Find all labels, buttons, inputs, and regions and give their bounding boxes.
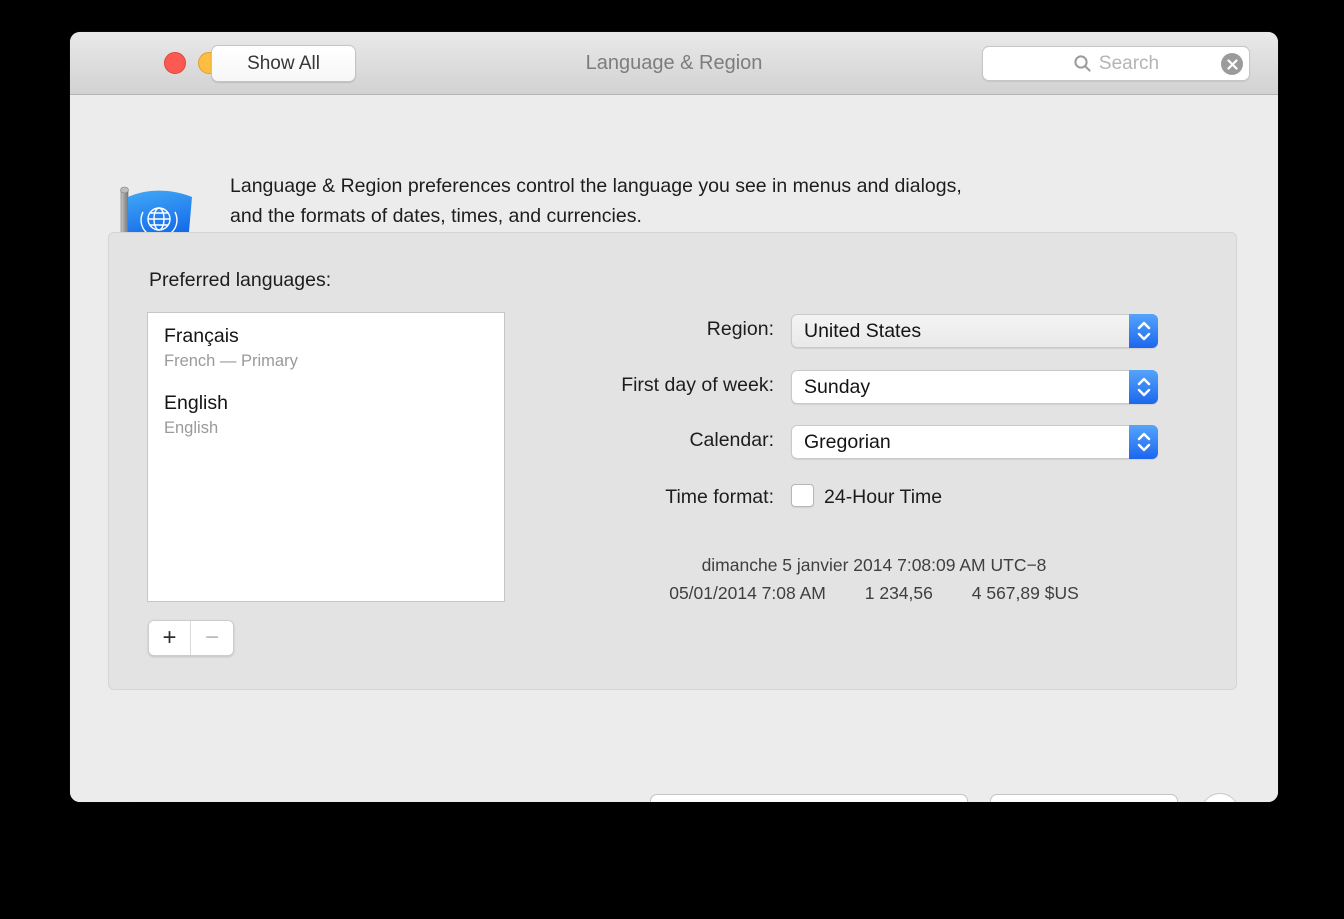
help-button[interactable]: ? — [1201, 793, 1239, 802]
region-label: Region: — [454, 318, 774, 341]
language-name: Français — [164, 324, 488, 348]
search-placeholder: Search — [1099, 53, 1159, 75]
search-input[interactable]: Search — [982, 46, 1250, 81]
language-subtitle: French — Primary — [164, 350, 488, 372]
date-time-preview-line-1: dimanche 5 janvier 2014 7:08:09 AM UTC−8 — [489, 555, 1259, 576]
preview-short-date: 05/01/2014 7:08 AM — [669, 583, 826, 604]
description-line-2: and the formats of dates, times, and cur… — [230, 201, 962, 231]
titlebar: Language & Region Show All Search — [70, 32, 1278, 95]
keyboard-preferences-button[interactable]: Keyboard Preferences… — [650, 794, 968, 802]
popup-stepper-icon — [1129, 425, 1158, 459]
calendar-value: Gregorian — [792, 431, 1129, 454]
language-region-groupbox: Preferred languages: Français French — P… — [108, 232, 1237, 690]
first-day-label: First day of week: — [454, 374, 774, 397]
language-name: English — [164, 391, 488, 415]
preview-number: 1 234,56 — [865, 583, 933, 604]
pane-content: Language & Region preferences control th… — [70, 96, 1278, 802]
24-hour-time-checkbox-label: 24-Hour Time — [824, 486, 942, 509]
region-value: United States — [792, 320, 1129, 343]
popup-stepper-icon — [1129, 314, 1158, 348]
pane-description: Language & Region preferences control th… — [230, 171, 962, 231]
24-hour-time-checkbox[interactable] — [791, 484, 814, 507]
first-day-value: Sunday — [792, 376, 1129, 399]
show-all-button[interactable]: Show All — [211, 45, 356, 82]
region-select[interactable]: United States — [791, 314, 1158, 348]
calendar-label: Calendar: — [454, 429, 774, 452]
date-time-preview-line-2: 05/01/2014 7:08 AM 1 234,56 4 567,89 $US — [489, 583, 1259, 604]
add-language-button[interactable]: + — [149, 621, 191, 655]
preview-currency: 4 567,89 $US — [972, 583, 1079, 604]
search-icon — [1073, 54, 1092, 73]
first-day-select[interactable]: Sunday — [791, 370, 1158, 404]
preferences-window: Language & Region Show All Search — [70, 32, 1278, 802]
list-item[interactable]: Français French — Primary — [148, 313, 504, 380]
list-item[interactable]: English English — [148, 380, 504, 447]
calendar-select[interactable]: Gregorian — [791, 425, 1158, 459]
remove-language-button: − — [191, 621, 233, 655]
language-subtitle: English — [164, 417, 488, 439]
preferred-languages-list[interactable]: Français French — Primary English Englis… — [147, 312, 505, 602]
close-window-button[interactable] — [164, 52, 186, 74]
popup-stepper-icon — [1129, 370, 1158, 404]
time-format-label: Time format: — [454, 486, 774, 509]
add-remove-language-group: + − — [148, 620, 234, 656]
advanced-button[interactable]: Advanced… — [990, 794, 1178, 802]
description-line-1: Language & Region preferences control th… — [230, 171, 962, 201]
preferred-languages-label: Preferred languages: — [149, 269, 331, 292]
clear-search-icon[interactable] — [1221, 53, 1243, 75]
